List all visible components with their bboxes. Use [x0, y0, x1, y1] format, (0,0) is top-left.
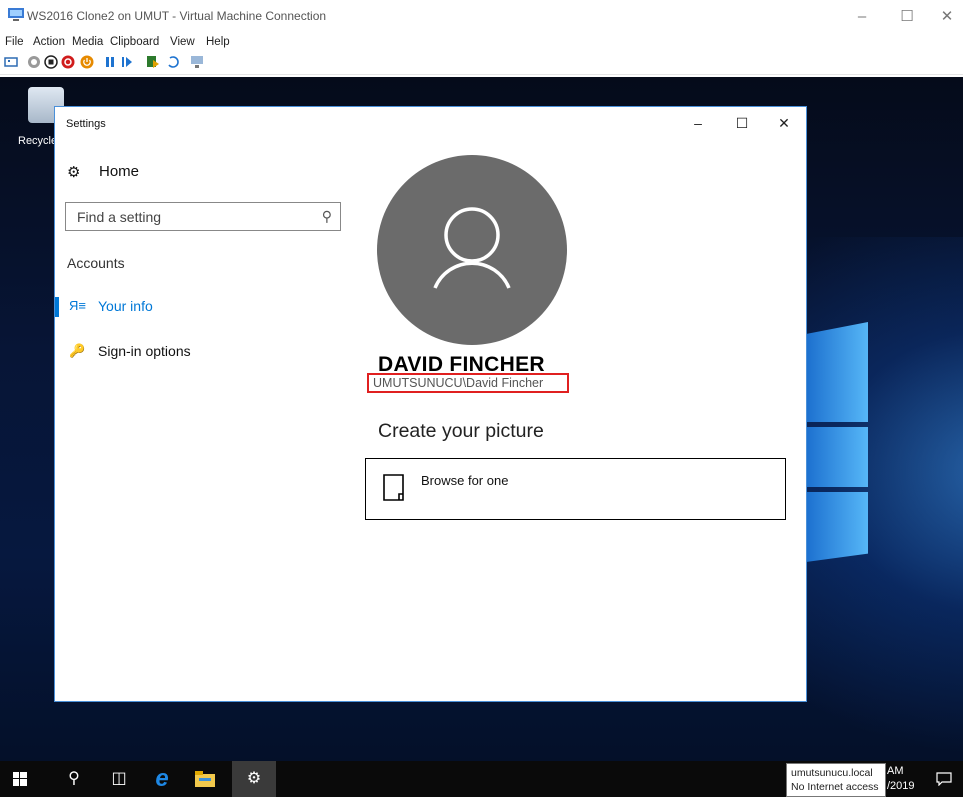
menu-media[interactable]: Media [72, 36, 103, 48]
nav-item-your-info[interactable]: Я≡ Your info [55, 295, 345, 321]
settings-minimize-button[interactable]: – [677, 107, 719, 139]
search-box[interactable]: ⚲ [65, 202, 341, 231]
action-center-icon[interactable] [925, 761, 963, 797]
start-icon[interactable] [27, 55, 41, 69]
network-status: No Internet access [791, 781, 879, 793]
browse-for-one-button[interactable]: Browse for one [365, 458, 786, 520]
settings-title-bar: Settings – ☐ ✕ [55, 107, 806, 139]
menu-file[interactable]: File [5, 36, 24, 48]
vm-window-title: WS2016 Clone2 on UMUT - Virtual Machine … [27, 9, 327, 23]
wallpaper-pane [806, 322, 868, 422]
menu-action[interactable]: Action [33, 36, 65, 48]
windows-start-icon[interactable] [1, 761, 39, 797]
ctrl-alt-del-icon[interactable] [4, 55, 18, 69]
wallpaper-pane [806, 427, 868, 487]
settings-title: Settings [66, 118, 106, 130]
file-explorer-icon[interactable] [186, 761, 224, 797]
nav-item-label: Your info [98, 298, 153, 314]
file-icon [383, 474, 404, 501]
clock-time: AM [887, 765, 904, 777]
enhanced-session-icon[interactable] [190, 55, 204, 69]
settings-maximize-button[interactable]: ☐ [721, 107, 763, 139]
recycle-bin-label[interactable]: Recycle [18, 135, 57, 147]
user-silhouette-icon [433, 207, 511, 289]
gear-icon: ⚙ [67, 164, 81, 181]
network-tooltip: umutsunucu.local No Internet access [786, 763, 886, 797]
nav-home-label: Home [99, 163, 140, 180]
create-picture-heading: Create your picture [378, 420, 544, 442]
account-highlight: UMUTSUNUCU\David Fincher [367, 373, 569, 393]
close-button[interactable]: ✕ [931, 4, 963, 30]
vm-title-bar: WS2016 Clone2 on UMUT - Virtual Machine … [0, 0, 963, 36]
user-account-name: UMUTSUNUCU\David Fincher [373, 376, 544, 390]
avatar [377, 155, 567, 345]
revert-icon[interactable] [166, 55, 180, 69]
minimize-button[interactable]: – [846, 4, 878, 30]
checkpoint-icon[interactable] [146, 55, 160, 69]
clock[interactable]: AM /2019 [887, 764, 927, 794]
person-card-icon: Я≡ [69, 298, 86, 313]
maximize-button[interactable]: ☐ [891, 4, 923, 30]
settings-close-button[interactable]: ✕ [763, 107, 805, 139]
clock-date: /2019 [887, 780, 915, 792]
resume-icon[interactable] [120, 55, 134, 69]
wallpaper-pane [806, 492, 868, 562]
settings-taskbar-icon[interactable]: ⚙ [232, 761, 276, 797]
section-label-accounts: Accounts [67, 255, 125, 271]
taskbar: ⚲ ◫ e ⚙ umutsunucu.local No Internet acc… [0, 761, 963, 797]
nav-item-sign-in-options[interactable]: 🔑 Sign-in options [55, 340, 345, 366]
network-domain: umutsunucu.local [791, 767, 873, 779]
key-icon: 🔑 [69, 343, 86, 358]
browse-label: Browse for one [421, 473, 509, 488]
task-view-icon[interactable]: ◫ [100, 761, 138, 797]
vm-connection-icon [8, 8, 24, 21]
shutdown-icon[interactable] [61, 55, 75, 69]
vm-menu-bar: File Action Media Clipboard View Help [0, 36, 963, 52]
search-icon[interactable]: ⚲ [55, 761, 93, 797]
menu-view[interactable]: View [170, 36, 195, 48]
vm-toolbar [0, 52, 963, 75]
menu-help[interactable]: Help [206, 36, 230, 48]
menu-clipboard[interactable]: Clipboard [110, 36, 159, 48]
search-icon[interactable]: ⚲ [322, 208, 332, 225]
search-input[interactable] [66, 203, 317, 230]
selection-indicator [55, 297, 59, 317]
turn-off-icon[interactable] [44, 55, 58, 69]
internet-explorer-icon[interactable]: e [143, 761, 181, 797]
settings-window: Settings – ☐ ✕ ⚙ Home ⚲ Accounts Я≡ Your… [55, 107, 806, 701]
pause-icon[interactable] [103, 55, 117, 69]
nav-item-label: Sign-in options [98, 343, 191, 359]
power-icon[interactable] [80, 55, 94, 69]
